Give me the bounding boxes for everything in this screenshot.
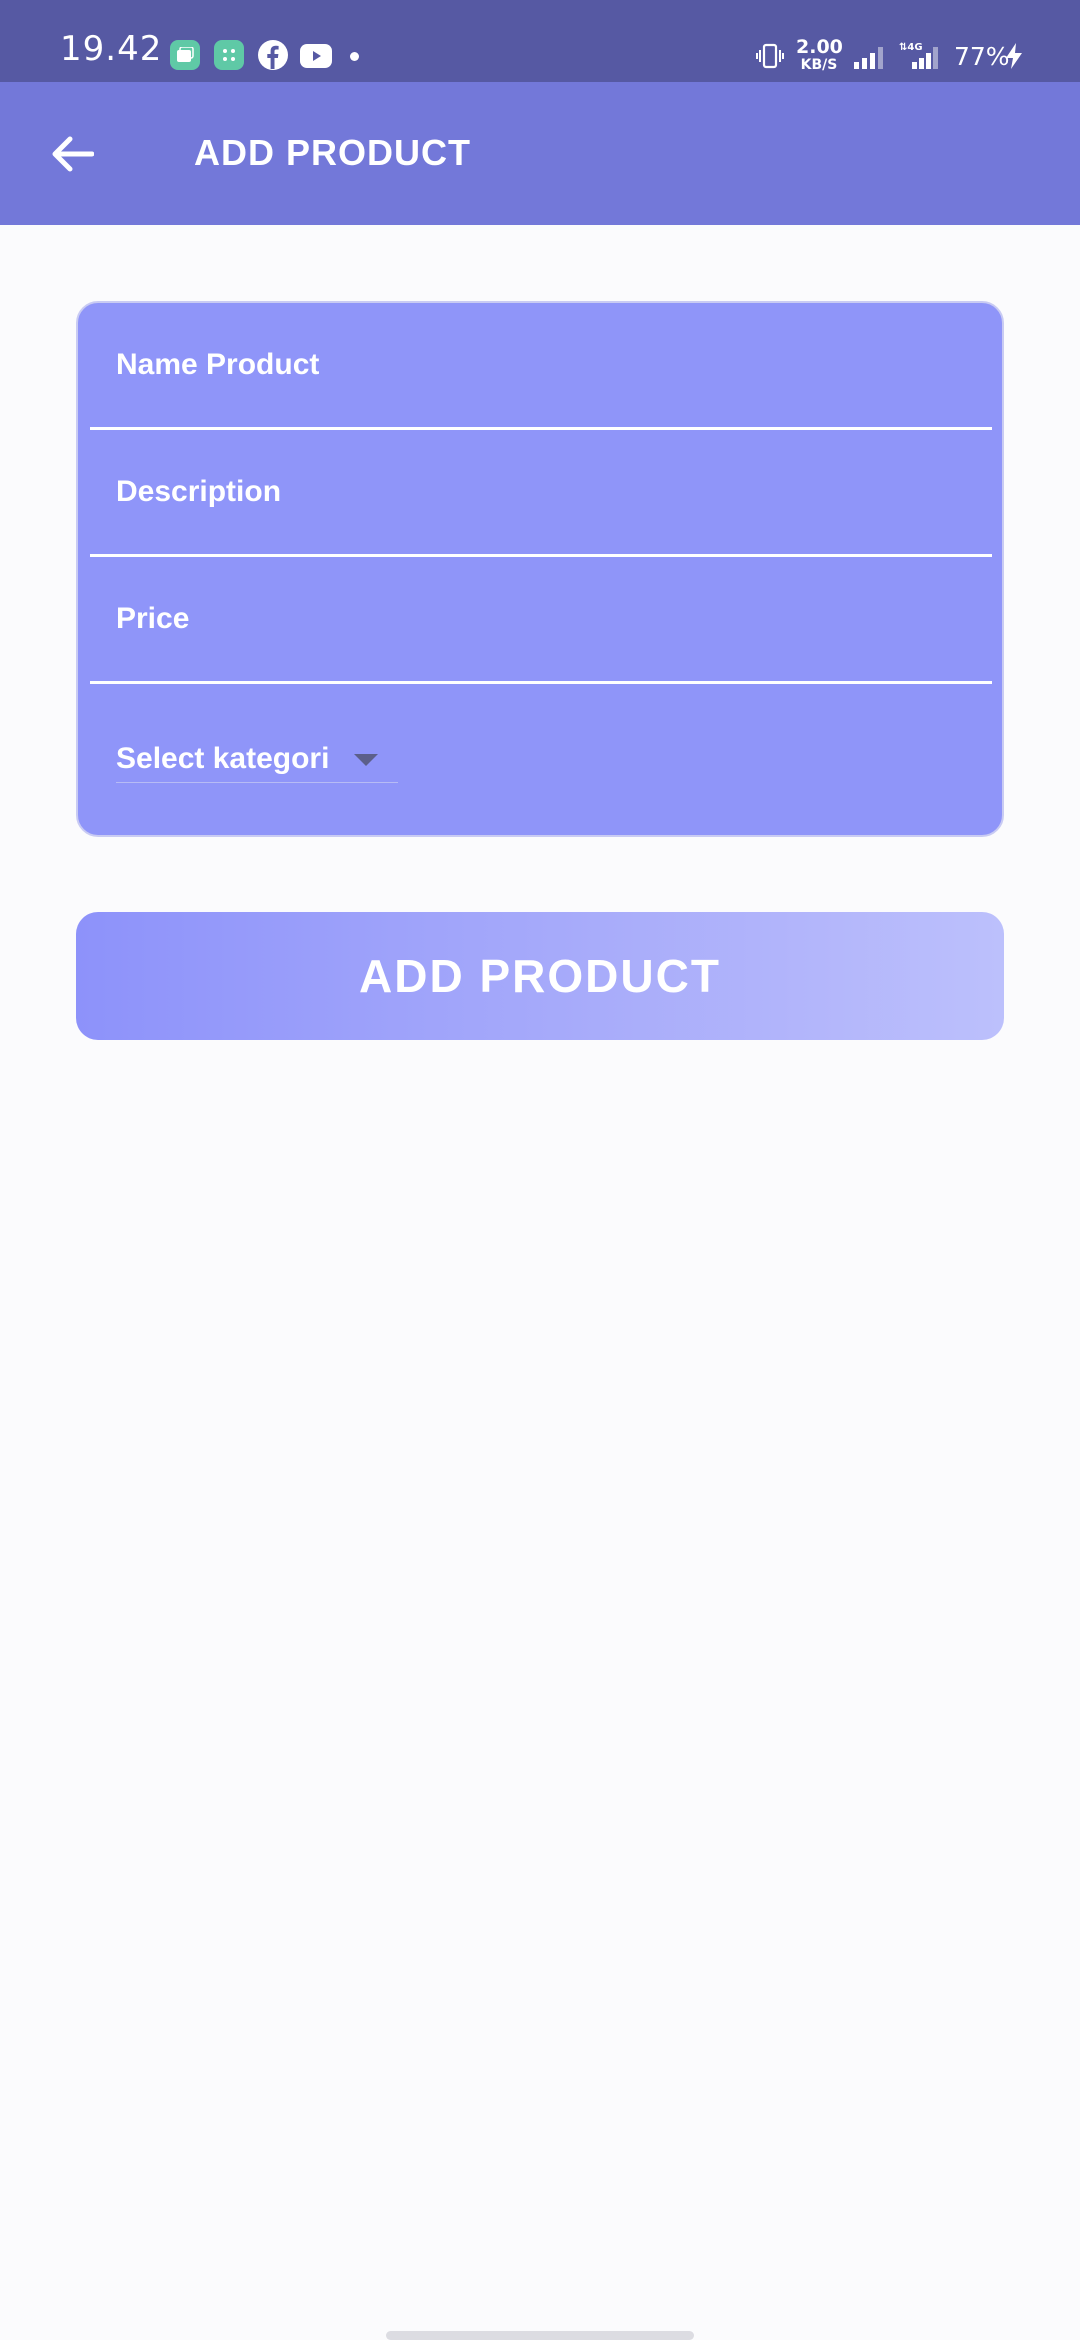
product-form-card: Select kategori	[76, 301, 1004, 837]
add-product-button[interactable]: ADD PRODUCT	[76, 912, 1004, 1040]
category-select[interactable]: Select kategori	[116, 739, 398, 783]
name-product-input[interactable]	[90, 303, 992, 427]
notification-dot	[350, 52, 359, 61]
network-speed-unit: KB/S	[800, 57, 838, 73]
name-product-field	[90, 303, 992, 430]
app-notification-icon	[170, 40, 200, 70]
vibrate-icon	[756, 43, 784, 73]
description-field	[90, 430, 992, 557]
category-select-label: Select kategori	[116, 742, 330, 775]
gesture-handle[interactable]	[386, 2331, 694, 2340]
battery-percentage: 77%	[954, 42, 1010, 71]
back-button[interactable]	[40, 122, 104, 186]
signal-4g-icon: ⇅4G	[898, 40, 940, 74]
app-notification-icon-2	[214, 40, 244, 70]
price-field	[90, 557, 992, 684]
signal-icon	[852, 44, 886, 74]
chevron-down-icon	[354, 754, 378, 766]
network-speed: 2.00 KB/S	[796, 36, 843, 73]
description-input[interactable]	[90, 430, 992, 554]
youtube-icon	[300, 44, 332, 68]
facebook-icon	[258, 40, 288, 70]
arrow-left-icon	[52, 136, 94, 172]
charging-bolt-icon	[1004, 42, 1024, 74]
price-input[interactable]	[90, 557, 992, 681]
svg-text:⇅4G: ⇅4G	[899, 42, 923, 53]
network-speed-value: 2.00	[796, 36, 843, 58]
status-time: 19.42	[60, 29, 163, 69]
status-bar: 19.42 2.00 KB/S ⇅4G 77%	[0, 0, 1080, 82]
app-bar: ADD PRODUCT	[0, 82, 1080, 225]
page-title: ADD PRODUCT	[194, 132, 471, 173]
